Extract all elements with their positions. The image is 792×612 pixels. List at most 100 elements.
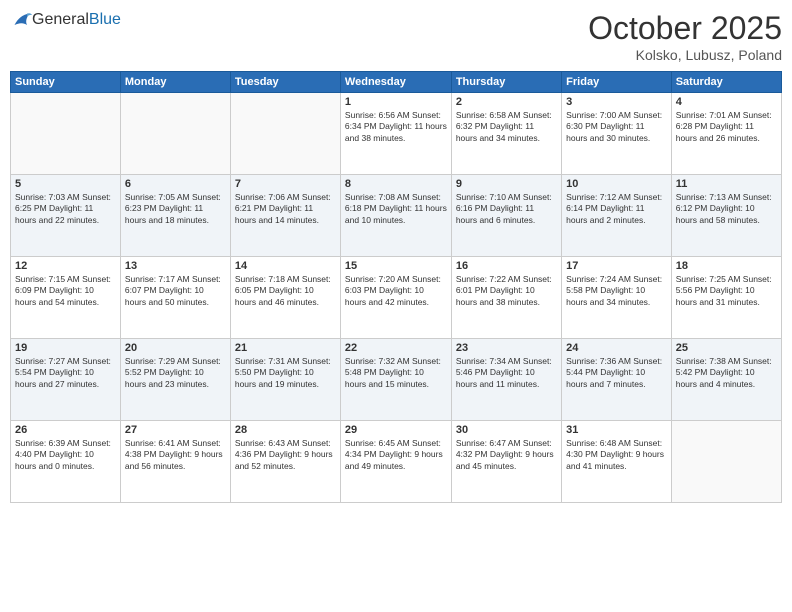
location-subtitle: Kolsko, Lubusz, Poland xyxy=(588,47,782,63)
day-info: Sunrise: 6:41 AM Sunset: 4:38 PM Dayligh… xyxy=(125,438,226,472)
day-info: Sunrise: 6:45 AM Sunset: 4:34 PM Dayligh… xyxy=(345,438,447,472)
day-info: Sunrise: 7:17 AM Sunset: 6:07 PM Dayligh… xyxy=(125,274,226,308)
header-thursday: Thursday xyxy=(451,72,561,93)
table-row: 8 Sunrise: 7:08 AM Sunset: 6:18 PM Daylig… xyxy=(340,175,451,257)
day-number: 25 xyxy=(676,342,777,354)
day-number: 5 xyxy=(15,178,116,190)
day-number: 12 xyxy=(15,260,116,272)
day-info: Sunrise: 7:36 AM Sunset: 5:44 PM Dayligh… xyxy=(566,356,667,390)
day-info: Sunrise: 7:32 AM Sunset: 5:48 PM Dayligh… xyxy=(345,356,447,390)
day-number: 14 xyxy=(235,260,336,272)
month-title: October 2025 xyxy=(588,10,782,47)
calendar-table: Sunday Monday Tuesday Wednesday Thursday… xyxy=(10,71,782,503)
table-row: 15 Sunrise: 7:20 AM Sunset: 6:03 PM Dayli… xyxy=(340,257,451,339)
calendar-week-row: 19 Sunrise: 7:27 AM Sunset: 5:54 PM Dayli… xyxy=(11,339,782,421)
day-number: 19 xyxy=(15,342,116,354)
table-row: 7Sunrise: 7:06 AM Sunset: 6:21 PM Daylig… xyxy=(230,175,340,257)
day-number: 22 xyxy=(345,342,447,354)
table-row: 13 Sunrise: 7:17 AM Sunset: 6:07 PM Dayli… xyxy=(120,257,230,339)
table-row: 22 Sunrise: 7:32 AM Sunset: 5:48 PM Dayli… xyxy=(340,339,451,421)
day-number: 30 xyxy=(456,424,557,436)
table-row: 23 Sunrise: 7:34 AM Sunset: 5:46 PM Dayli… xyxy=(451,339,561,421)
table-row: 1 Sunrise: 6:56 AM Sunset: 6:34 PM Daylig… xyxy=(340,93,451,175)
day-info: Sunrise: 7:27 AM Sunset: 5:54 PM Dayligh… xyxy=(15,356,116,390)
day-number: 24 xyxy=(566,342,667,354)
table-row: 17 Sunrise: 7:24 AM Sunset: 5:58 PM Dayli… xyxy=(562,257,672,339)
table-row: 18 Sunrise: 7:25 AM Sunset: 5:56 PM Dayli… xyxy=(671,257,781,339)
header-friday: Friday xyxy=(562,72,672,93)
table-row xyxy=(671,421,781,503)
day-number: 31 xyxy=(566,424,667,436)
header-sunday: Sunday xyxy=(11,72,121,93)
day-info: Sunrise: 6:56 AM Sunset: 6:34 PM Dayligh… xyxy=(345,110,447,144)
table-row: 3 Sunrise: 7:00 AM Sunset: 6:30 PM Daylig… xyxy=(562,93,672,175)
table-row: 26 Sunrise: 6:39 AM Sunset: 4:40 PM Dayli… xyxy=(11,421,121,503)
day-info: Sunrise: 7:34 AM Sunset: 5:46 PM Dayligh… xyxy=(456,356,557,390)
header-wednesday: Wednesday xyxy=(340,72,451,93)
table-row: 2Sunrise: 6:58 AM Sunset: 6:32 PM Daylig… xyxy=(451,93,561,175)
calendar-week-row: 26 Sunrise: 6:39 AM Sunset: 4:40 PM Dayli… xyxy=(11,421,782,503)
day-info: Sunrise: 6:39 AM Sunset: 4:40 PM Dayligh… xyxy=(15,438,116,472)
day-info: Sunrise: 6:47 AM Sunset: 4:32 PM Dayligh… xyxy=(456,438,557,472)
logo-general-text: General xyxy=(32,11,89,28)
header: GeneralBlue October 2025 Kolsko, Lubusz,… xyxy=(10,10,782,63)
day-number: 4 xyxy=(676,96,777,108)
day-number: 8 xyxy=(345,178,447,190)
table-row: 25 Sunrise: 7:38 AM Sunset: 5:42 PM Dayli… xyxy=(671,339,781,421)
day-info: Sunrise: 7:06 AM Sunset: 6:21 PM Dayligh… xyxy=(235,192,336,226)
day-number: 13 xyxy=(125,260,226,272)
table-row xyxy=(11,93,121,175)
day-info: Sunrise: 7:05 AM Sunset: 6:23 PM Dayligh… xyxy=(125,192,226,226)
day-number: 10 xyxy=(566,178,667,190)
logo-blue-text: Blue xyxy=(89,11,121,28)
title-block: October 2025 Kolsko, Lubusz, Poland xyxy=(588,10,782,63)
day-info: Sunrise: 7:31 AM Sunset: 5:50 PM Dayligh… xyxy=(235,356,336,390)
header-monday: Monday xyxy=(120,72,230,93)
day-info: Sunrise: 6:43 AM Sunset: 4:36 PM Dayligh… xyxy=(235,438,336,472)
page: GeneralBlue October 2025 Kolsko, Lubusz,… xyxy=(0,0,792,612)
table-row xyxy=(120,93,230,175)
day-info: Sunrise: 7:38 AM Sunset: 5:42 PM Dayligh… xyxy=(676,356,777,390)
day-info: Sunrise: 7:13 AM Sunset: 6:12 PM Dayligh… xyxy=(676,192,777,226)
day-number: 21 xyxy=(235,342,336,354)
table-row: 31Sunrise: 6:48 AM Sunset: 4:30 PM Dayli… xyxy=(562,421,672,503)
table-row: 27Sunrise: 6:41 AM Sunset: 4:38 PM Dayli… xyxy=(120,421,230,503)
header-saturday: Saturday xyxy=(671,72,781,93)
day-info: Sunrise: 7:10 AM Sunset: 6:16 PM Dayligh… xyxy=(456,192,557,226)
day-info: Sunrise: 7:24 AM Sunset: 5:58 PM Dayligh… xyxy=(566,274,667,308)
logo-icon xyxy=(12,10,32,30)
logo: GeneralBlue xyxy=(10,10,121,30)
table-row: 12 Sunrise: 7:15 AM Sunset: 6:09 PM Dayli… xyxy=(11,257,121,339)
table-row: 14Sunrise: 7:18 AM Sunset: 6:05 PM Dayli… xyxy=(230,257,340,339)
table-row: 5Sunrise: 7:03 AM Sunset: 6:25 PM Daylig… xyxy=(11,175,121,257)
day-info: Sunrise: 7:25 AM Sunset: 5:56 PM Dayligh… xyxy=(676,274,777,308)
calendar-week-row: 12 Sunrise: 7:15 AM Sunset: 6:09 PM Dayli… xyxy=(11,257,782,339)
day-info: Sunrise: 7:08 AM Sunset: 6:18 PM Dayligh… xyxy=(345,192,447,226)
day-number: 29 xyxy=(345,424,447,436)
table-row: 21 Sunrise: 7:31 AM Sunset: 5:50 PM Dayli… xyxy=(230,339,340,421)
day-number: 16 xyxy=(456,260,557,272)
day-number: 3 xyxy=(566,96,667,108)
table-row: 9Sunrise: 7:10 AM Sunset: 6:16 PM Daylig… xyxy=(451,175,561,257)
header-tuesday: Tuesday xyxy=(230,72,340,93)
day-info: Sunrise: 7:12 AM Sunset: 6:14 PM Dayligh… xyxy=(566,192,667,226)
day-info: Sunrise: 7:15 AM Sunset: 6:09 PM Dayligh… xyxy=(15,274,116,308)
day-number: 11 xyxy=(676,178,777,190)
day-number: 6 xyxy=(125,178,226,190)
day-number: 1 xyxy=(345,96,447,108)
day-number: 28 xyxy=(235,424,336,436)
day-info: Sunrise: 7:00 AM Sunset: 6:30 PM Dayligh… xyxy=(566,110,667,144)
calendar-week-row: 1 Sunrise: 6:56 AM Sunset: 6:34 PM Daylig… xyxy=(11,93,782,175)
day-info: Sunrise: 7:20 AM Sunset: 6:03 PM Dayligh… xyxy=(345,274,447,308)
day-number: 15 xyxy=(345,260,447,272)
day-number: 17 xyxy=(566,260,667,272)
table-row: 19 Sunrise: 7:27 AM Sunset: 5:54 PM Dayli… xyxy=(11,339,121,421)
table-row: 29 Sunrise: 6:45 AM Sunset: 4:34 PM Dayli… xyxy=(340,421,451,503)
table-row: 30 Sunrise: 6:47 AM Sunset: 4:32 PM Dayli… xyxy=(451,421,561,503)
day-number: 26 xyxy=(15,424,116,436)
table-row: 4Sunrise: 7:01 AM Sunset: 6:28 PM Daylig… xyxy=(671,93,781,175)
day-number: 18 xyxy=(676,260,777,272)
day-number: 20 xyxy=(125,342,226,354)
day-number: 23 xyxy=(456,342,557,354)
day-info: Sunrise: 7:29 AM Sunset: 5:52 PM Dayligh… xyxy=(125,356,226,390)
